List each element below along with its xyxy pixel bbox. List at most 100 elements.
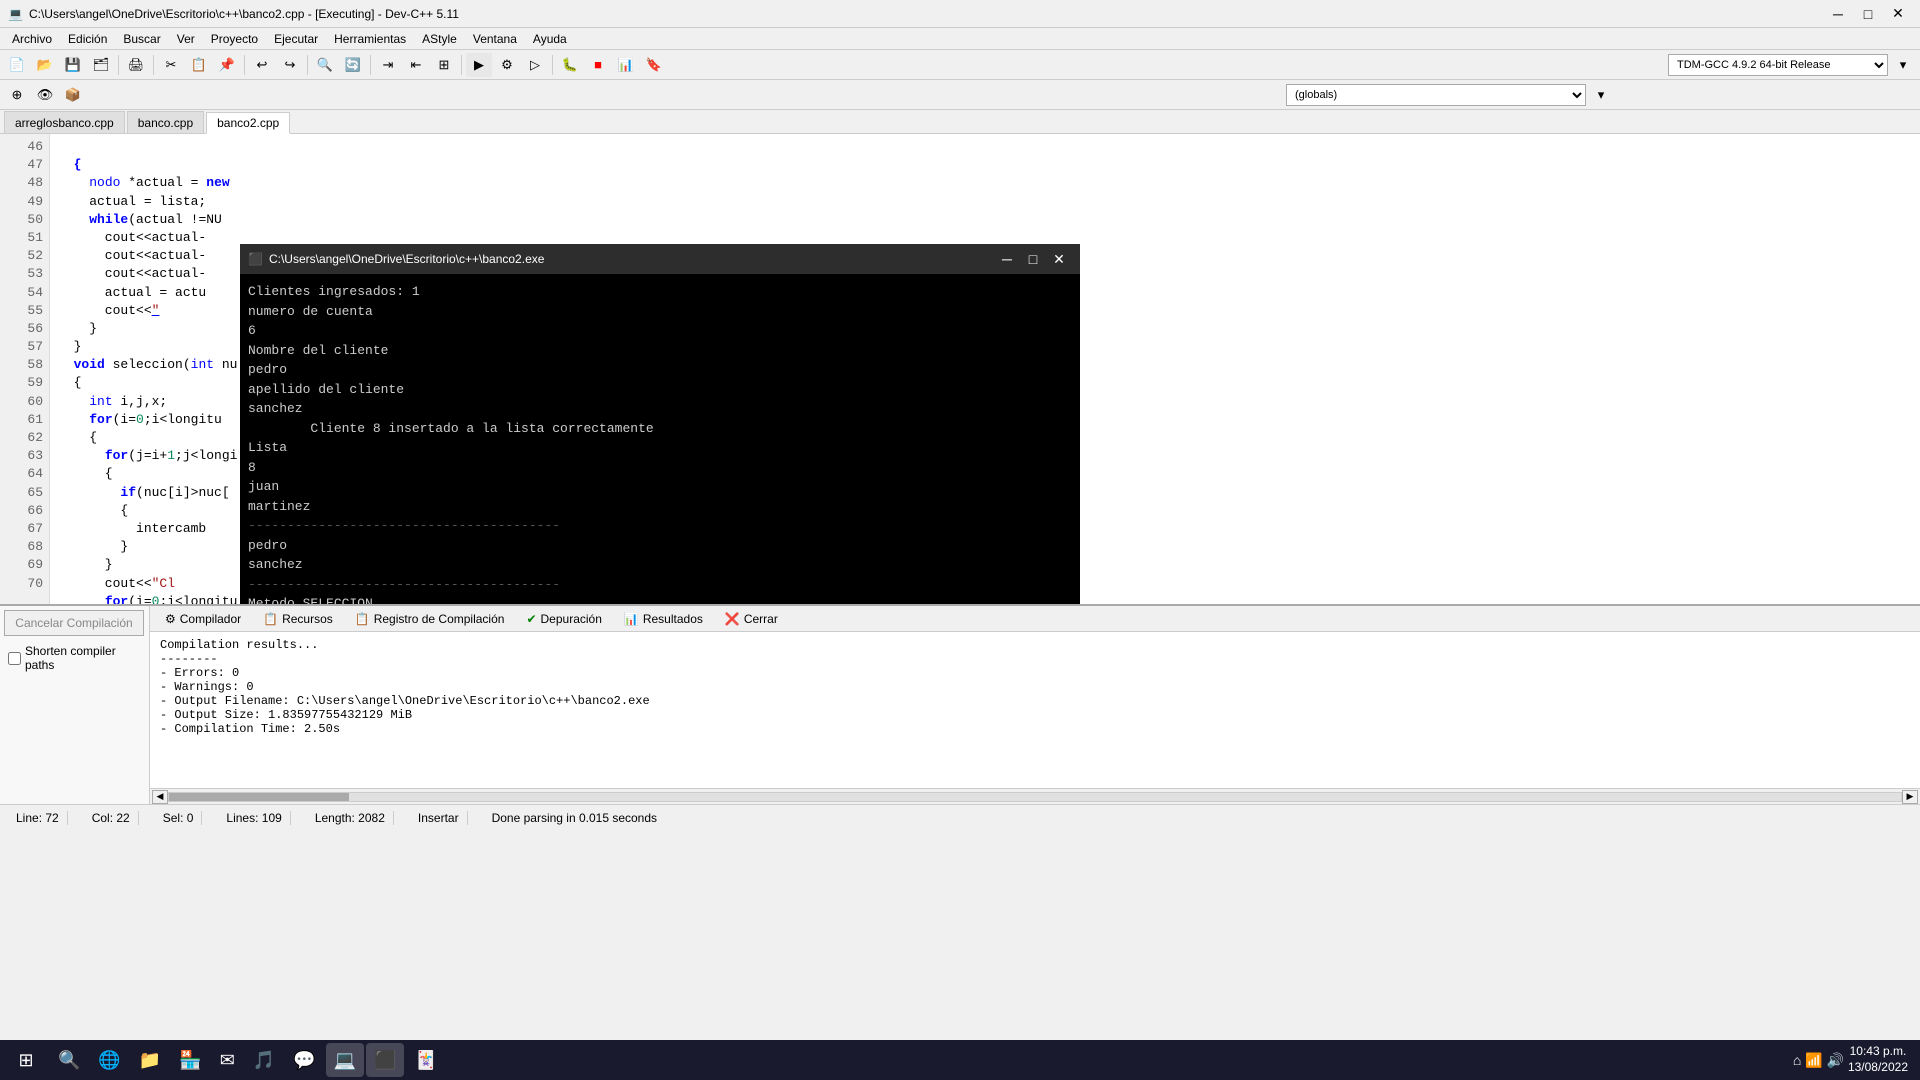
tab-banco[interactable]: banco.cpp bbox=[127, 111, 204, 133]
separator-1 bbox=[118, 55, 119, 75]
menu-ventana[interactable]: Ventana bbox=[465, 30, 525, 48]
console-content[interactable]: Clientes ingresados: 1 numero de cuenta … bbox=[240, 274, 1080, 604]
new-button[interactable]: 📄 bbox=[4, 53, 30, 77]
search-button[interactable]: 🔍 bbox=[312, 53, 338, 77]
start-button[interactable]: ⊞ bbox=[4, 1043, 48, 1077]
profile-button[interactable]: 📊 bbox=[613, 53, 639, 77]
console-maximize-button[interactable]: □ bbox=[1020, 246, 1046, 272]
bottom-tab-resultados[interactable]: 📊 Resultados bbox=[613, 608, 714, 630]
status-length: Length: 2082 bbox=[307, 811, 394, 825]
bottom-tab-cerrar[interactable]: ❌ Cerrar bbox=[714, 608, 789, 630]
taskbar-right: ⌂ 📶 🔊 10:43 p.m. 13/08/2022 bbox=[1793, 1044, 1916, 1075]
save-button[interactable]: 💾 bbox=[60, 53, 86, 77]
stop-button[interactable]: ■ bbox=[585, 53, 611, 77]
save-all-button[interactable]: 🗂 bbox=[88, 53, 114, 77]
debug2-button[interactable]: ⊕ bbox=[4, 83, 30, 107]
scroll-left-button[interactable]: ◀ bbox=[152, 790, 168, 804]
compile-button[interactable]: ⚙ bbox=[494, 53, 520, 77]
tab-banco2[interactable]: banco2.cpp bbox=[206, 112, 290, 134]
scroll-right-button[interactable]: ▶ bbox=[1902, 790, 1918, 804]
output-line-6: - Output Size: 1.83597755432129 MiB bbox=[160, 708, 1910, 722]
status-lines: Lines: 109 bbox=[218, 811, 290, 825]
menu-edicion[interactable]: Edición bbox=[60, 30, 115, 48]
output-line-7: - Compilation Time: 2.50s bbox=[160, 722, 1910, 736]
bottom-tab-registro[interactable]: 📋 Registro de Compilación bbox=[344, 608, 516, 630]
bottom-tab-depuracion[interactable]: ✔ Depuración bbox=[515, 608, 612, 630]
compile-run-button[interactable]: ▶ bbox=[466, 53, 492, 77]
store-icon: 🏪 bbox=[179, 1050, 201, 1071]
status-bar: Line: 72 Col: 22 Sel: 0 Lines: 109 Lengt… bbox=[0, 804, 1920, 830]
menu-ver[interactable]: Ver bbox=[169, 30, 203, 48]
search-taskbar-button[interactable]: 🔍 bbox=[50, 1043, 88, 1077]
edge-icon: 🌐 bbox=[98, 1050, 120, 1071]
store-taskbar-button[interactable]: 🏪 bbox=[171, 1043, 209, 1077]
watch-button[interactable]: 👁 bbox=[32, 83, 58, 107]
paste-button[interactable]: 📌 bbox=[214, 53, 240, 77]
taskbar-time-text: 10:43 p.m. bbox=[1848, 1044, 1908, 1060]
output-line-2: -------- bbox=[160, 652, 1910, 666]
menu-archivo[interactable]: Archivo bbox=[4, 30, 60, 48]
shorten-compiler-paths-checkbox[interactable] bbox=[8, 652, 21, 665]
redo-button[interactable]: ↪ bbox=[277, 53, 303, 77]
toggle-button[interactable]: ⊞ bbox=[431, 53, 457, 77]
tab-arreglosbanco[interactable]: arreglosbanco.cpp bbox=[4, 111, 125, 133]
title-bar: 💻 C:\Users\angel\OneDrive\Escritorio\c++… bbox=[0, 0, 1920, 28]
explorer-taskbar-button[interactable]: 📁 bbox=[131, 1043, 169, 1077]
copy-button[interactable]: 📋 bbox=[186, 53, 212, 77]
cancel-compilation-button[interactable]: Cancelar Compilación bbox=[4, 610, 144, 636]
console-minimize-button[interactable]: ─ bbox=[994, 246, 1020, 272]
console-taskbar-button[interactable]: ⬛ bbox=[366, 1043, 404, 1077]
scope-dropdown[interactable]: (globals) bbox=[1286, 84, 1586, 106]
bookmark-button[interactable]: 🔖 bbox=[641, 53, 667, 77]
app-taskbar-button[interactable]: 🃏 bbox=[406, 1043, 444, 1077]
scroll-thumb[interactable] bbox=[169, 793, 349, 801]
cut-button[interactable]: ✂ bbox=[158, 53, 184, 77]
edge-taskbar-button[interactable]: 🌐 bbox=[90, 1043, 128, 1077]
compiler-dropdown-arrow[interactable]: ▾ bbox=[1890, 53, 1916, 77]
taskbar-clock: 10:43 p.m. 13/08/2022 bbox=[1848, 1044, 1908, 1075]
open-button[interactable]: 📂 bbox=[32, 53, 58, 77]
run-button[interactable]: ▷ bbox=[522, 53, 548, 77]
tab-bar: arreglosbanco.cpp banco.cpp banco2.cpp bbox=[0, 110, 1920, 134]
bottom-area: Cancelar Compilación Shorten compiler pa… bbox=[0, 604, 1920, 804]
horizontal-scrollbar[interactable]: ◀ ▶ bbox=[150, 788, 1920, 804]
compiler-dropdown[interactable]: TDM-GCC 4.9.2 64-bit Release bbox=[1668, 54, 1888, 76]
toolbar-row-1: 📄 📂 💾 🗂 🖨 ✂ 📋 📌 ↩ ↪ 🔍 🔄 ⇥ ⇤ ⊞ ▶ ⚙ ▷ 🐛 ■ … bbox=[0, 50, 1920, 80]
menu-herramientas[interactable]: Herramientas bbox=[326, 30, 414, 48]
discord-icon: 💬 bbox=[293, 1050, 315, 1071]
indent-button[interactable]: ⇥ bbox=[375, 53, 401, 77]
maximize-button[interactable]: □ bbox=[1854, 3, 1882, 25]
unindent-button[interactable]: ⇤ bbox=[403, 53, 429, 77]
devcpp-taskbar-button[interactable]: 💻 bbox=[326, 1043, 364, 1077]
bottom-tab-recursos[interactable]: 📋 Recursos bbox=[252, 608, 344, 630]
separator-5 bbox=[370, 55, 371, 75]
mail-icon: ✉ bbox=[220, 1050, 235, 1071]
window-controls: ─ □ ✕ bbox=[1824, 3, 1912, 25]
compilador-icon: ⚙ bbox=[165, 612, 176, 626]
depuracion-icon: ✔ bbox=[526, 612, 536, 626]
console-icon: ⬛ bbox=[248, 252, 263, 266]
replace-button[interactable]: 🔄 bbox=[340, 53, 366, 77]
scope-dropdown-arrow[interactable]: ▾ bbox=[1588, 83, 1614, 107]
print-button[interactable]: 🖨 bbox=[123, 53, 149, 77]
undo-button[interactable]: ↩ bbox=[249, 53, 275, 77]
menu-proyecto[interactable]: Proyecto bbox=[203, 30, 266, 48]
close-button[interactable]: ✕ bbox=[1884, 3, 1912, 25]
title-text: C:\Users\angel\OneDrive\Escritorio\c++\b… bbox=[29, 7, 1824, 21]
menu-ejecutar[interactable]: Ejecutar bbox=[266, 30, 326, 48]
mail-taskbar-button[interactable]: ✉ bbox=[212, 1043, 243, 1077]
menu-astyle[interactable]: AStyle bbox=[414, 30, 465, 48]
menu-buscar[interactable]: Buscar bbox=[115, 30, 168, 48]
resultados-icon: 📊 bbox=[624, 612, 639, 626]
minimize-button[interactable]: ─ bbox=[1824, 3, 1852, 25]
bottom-tab-compilador[interactable]: ⚙ Compilador bbox=[154, 608, 252, 630]
menu-ayuda[interactable]: Ayuda bbox=[525, 30, 575, 48]
class-button[interactable]: 📦 bbox=[60, 83, 86, 107]
status-line: Line: 72 bbox=[8, 811, 68, 825]
bottom-sidebar: Cancelar Compilación Shorten compiler pa… bbox=[0, 606, 150, 804]
discord-taskbar-button[interactable]: 💬 bbox=[285, 1043, 323, 1077]
menu-bar: Archivo Edición Buscar Ver Proyecto Ejec… bbox=[0, 28, 1920, 50]
spotify-taskbar-button[interactable]: 🎵 bbox=[245, 1043, 283, 1077]
console-close-button[interactable]: ✕ bbox=[1046, 246, 1072, 272]
debug-button[interactable]: 🐛 bbox=[557, 53, 583, 77]
